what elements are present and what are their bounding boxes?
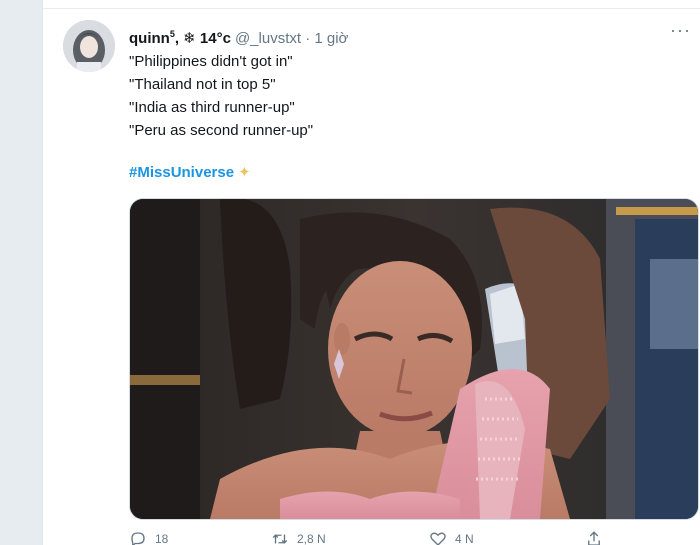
hashtag-link[interactable]: #MissUniverse — [129, 164, 234, 181]
tweet-media-image[interactable] — [129, 198, 699, 520]
tweet-line: "Peru as second runner-up" — [129, 122, 314, 139]
reply-button[interactable]: 18 — [129, 530, 168, 545]
sparkle-icon: ✦ — [238, 164, 251, 181]
tweet-text: "Philippines didn't got in" "Thailand no… — [129, 50, 313, 142]
share-button[interactable] — [585, 530, 611, 545]
handle-and-time[interactable]: @_luvstxt · 1 giờ — [235, 30, 348, 47]
hashtag-line: #MissUniverse ✦ — [129, 163, 251, 183]
reply-icon — [131, 532, 145, 545]
heart-icon — [430, 532, 446, 545]
tweet-line: "Thailand not in top 5" — [129, 76, 276, 93]
like-count: 4 N — [455, 532, 474, 545]
retweet-icon — [272, 534, 288, 544]
tweet-header: quinn5, ❄︎ 14°c @_luvstxt · 1 giờ — [129, 24, 348, 49]
retweet-count: 2,8 N — [297, 532, 326, 545]
divider — [43, 8, 700, 9]
tweet-actions: 18 2,8 N 4 N — [129, 530, 697, 545]
tweet-line: "India as third runner-up" — [129, 99, 295, 116]
share-icon — [588, 531, 600, 545]
avatar[interactable] — [63, 20, 115, 72]
like-button[interactable]: 4 N — [429, 530, 474, 545]
more-options-icon[interactable]: ··· — [670, 21, 691, 39]
retweet-button[interactable]: 2,8 N — [271, 530, 326, 545]
tweet-card[interactable]: quinn5, ❄︎ 14°c @_luvstxt · 1 giờ ··· "Ph… — [42, 0, 700, 545]
tweet-line: "Philippines didn't got in" — [129, 53, 293, 70]
display-name[interactable]: quinn5, ❄︎ 14°c — [129, 29, 231, 47]
reply-count: 18 — [155, 532, 169, 545]
